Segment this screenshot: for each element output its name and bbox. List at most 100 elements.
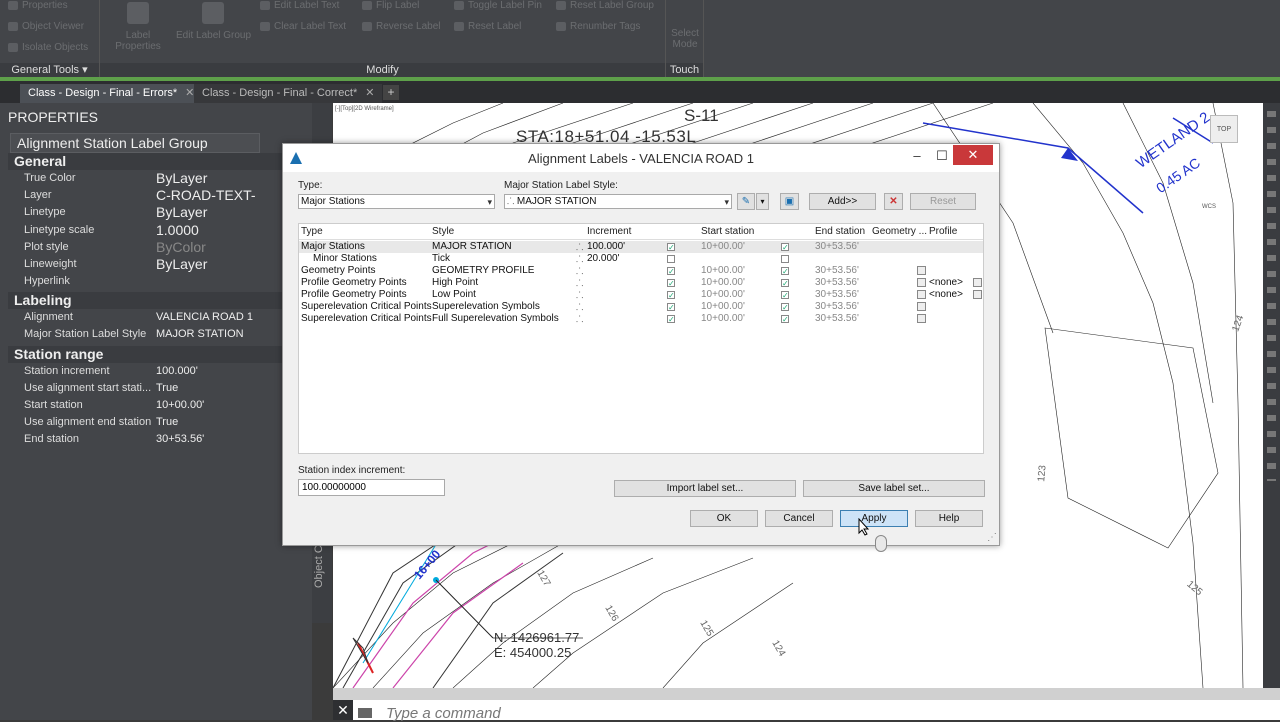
table-row[interactable]: Geometry Points GEOMETRY PROFILE 10+00.00'… [299,265,983,277]
property-value[interactable]: VALENCIA ROAD 1 [156,309,253,326]
property-value[interactable]: True [156,414,178,431]
edit-label-group-button[interactable]: Edit Label Group [176,2,251,41]
reset-label-group-button[interactable]: Reset Label Group [556,0,654,11]
save-label-set-button[interactable]: Save label set... [803,480,985,497]
property-value[interactable]: MAJOR STATION [156,326,244,343]
cell-style[interactable]: Tick [432,253,450,265]
cell-style[interactable]: Superelevation Symbols [432,301,540,313]
col-end-station[interactable]: End station [815,226,865,237]
property-value[interactable]: 10+00.00' [156,397,204,414]
pen-icon[interactable]: ⸫ [576,277,583,289]
geometry-settings-icon[interactable] [917,290,926,299]
object-class-tab[interactable]: Object Cl [313,543,325,588]
col-style[interactable]: Style [432,226,454,237]
cell-type[interactable]: Geometry Points [301,265,375,277]
property-value[interactable]: ByLayer [156,204,207,221]
property-row[interactable]: True Color ByLayer [8,170,308,187]
pen-icon[interactable]: ⸫ [576,289,583,301]
delete-icon[interactable]: ✕ [884,193,903,210]
start-checkbox[interactable]: ✓ [667,267,675,276]
col-profile[interactable]: Profile [929,226,957,237]
col-type[interactable]: Type [301,226,323,237]
cell-style[interactable]: GEOMETRY PROFILE [432,265,534,277]
cell-start-station[interactable]: 10+00.00' [701,301,745,313]
table-row[interactable]: Profile Geometry Points High Point 10+00.0… [299,277,983,289]
pen-icon[interactable]: ⸫ [576,265,583,277]
col-geometry[interactable]: Geometry ... [872,226,927,237]
ok-button[interactable]: OK [690,510,758,527]
select-mode-button[interactable]: Select Mode [670,28,700,50]
cell-end-station[interactable]: 30+53.56' [815,265,859,277]
end-checkbox[interactable]: ✓ [781,303,789,312]
property-row[interactable]: Linetype ByLayer [8,204,308,221]
table-row[interactable]: Superelevation Critical Points Full Super… [299,313,983,325]
col-increment[interactable]: Increment [587,226,631,237]
cell-start-station[interactable]: 10+00.00' [701,289,745,301]
cancel-button[interactable]: Cancel [765,510,833,527]
pen-icon[interactable]: ⸫ [576,253,583,265]
help-button[interactable]: Help [915,510,983,527]
property-value[interactable]: ByColor [156,239,206,256]
profile-picker-icon[interactable] [973,278,982,287]
edit-style-icon[interactable]: ✎ [737,193,755,210]
cell-increment[interactable]: 100.000' [587,241,625,253]
property-row[interactable]: Station increment 100.000' [8,363,308,380]
start-checkbox[interactable]: ✓ [667,315,675,324]
toggle-label-pin-button[interactable]: Toggle Label Pin [454,0,542,11]
property-value[interactable]: 30+53.56' [156,431,204,448]
properties-button[interactable]: Properties [8,0,68,11]
viewcube[interactable]: TOP [1210,115,1238,143]
cell-end-station[interactable]: 30+53.56' [815,241,859,253]
cell-type[interactable]: Profile Geometry Points [301,289,407,301]
station-index-input[interactable]: 100.00000000 [298,479,445,496]
maximize-icon[interactable]: ☐ [931,146,953,166]
renumber-tags-button[interactable]: Renumber Tags [556,21,640,32]
edit-label-text-button[interactable]: Edit Label Text [260,0,339,11]
reverse-label-button[interactable]: Reverse Label [362,21,440,32]
cell-profile[interactable]: <none> [929,289,963,301]
cell-end-station[interactable]: 30+53.56' [815,301,859,313]
section-station-range[interactable]: Station range [8,346,308,363]
minimize-icon[interactable]: – [905,146,929,166]
cell-start-station[interactable]: 10+00.00' [701,277,745,289]
isolate-objects-button[interactable]: Isolate Objects [8,42,88,53]
cell-start-station[interactable]: 10+00.00' [701,265,745,277]
cell-style[interactable]: High Point [432,277,478,289]
property-value[interactable]: True [156,380,178,397]
property-row[interactable]: Use alignment end station True [8,414,308,431]
cell-start-station[interactable]: 10+00.00' [701,313,745,325]
start-checkbox[interactable]: ✓ [667,291,675,300]
flip-label-button[interactable]: Flip Label [362,0,419,11]
close-command-icon[interactable]: ✕ [333,700,353,720]
type-select[interactable]: Major Stations ▾ [298,194,495,209]
cell-type[interactable]: Minor Stations [313,253,377,265]
profile-picker-icon[interactable] [973,290,982,299]
style-select[interactable]: ⸫ MAJOR STATION ▾ [504,194,732,209]
general-tools-dropdown[interactable]: General Tools ▾ [0,63,99,77]
reset-button[interactable]: Reset [910,193,976,210]
toolbar-icons[interactable] [1267,111,1276,481]
cell-end-station[interactable]: 30+53.56' [815,289,859,301]
cell-increment[interactable]: 20.000' [587,253,620,265]
cell-end-station[interactable]: 30+53.56' [815,277,859,289]
property-row[interactable]: Hyperlink [8,273,308,290]
geometry-settings-icon[interactable] [917,278,926,287]
pen-icon[interactable]: ⸫ [576,241,583,253]
pen-icon[interactable]: ⸫ [576,301,583,313]
tab-errors[interactable]: Class - Design - Final - Errors* ✕ [20,84,203,103]
end-checkbox[interactable] [781,255,789,263]
table-row[interactable]: Major Stations MAJOR STATION 100.000' 10+00… [299,241,983,253]
new-tab-button[interactable]: + [383,85,399,100]
cell-style[interactable]: Full Superelevation Symbols [432,313,559,325]
close-tab-icon[interactable]: ✕ [185,87,194,99]
end-checkbox[interactable]: ✓ [781,267,789,276]
geometry-settings-icon[interactable] [917,266,926,275]
cell-style[interactable]: Low Point [432,289,476,301]
command-prompt-icon[interactable] [358,708,372,718]
geometry-settings-icon[interactable] [917,302,926,311]
end-checkbox[interactable]: ✓ [781,291,789,300]
cell-type[interactable]: Major Stations [301,241,365,253]
property-row[interactable]: Plot style ByColor [8,239,308,256]
tab-correct[interactable]: Class - Design - Final - Correct* ✕ [194,84,383,103]
end-checkbox[interactable]: ✓ [781,279,789,288]
